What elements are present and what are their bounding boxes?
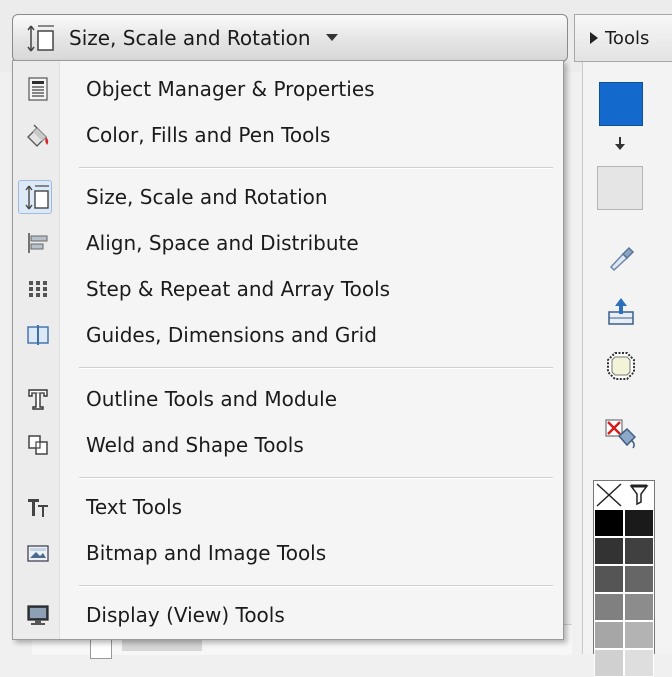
icon-frame	[18, 226, 52, 260]
menu-item-text-tools[interactable]: Text Tools	[16, 485, 560, 529]
eyedropper-icon[interactable]	[603, 238, 639, 274]
menu-separator	[79, 367, 553, 369]
palette-swatch[interactable]	[624, 509, 654, 537]
palette-swatch[interactable]	[624, 649, 654, 677]
menu-item-label: Align, Space and Distribute	[86, 231, 359, 255]
tool-group-dropdown[interactable]: Size, Scale and Rotation	[12, 14, 568, 62]
menu-item-label: Display (View) Tools	[86, 603, 285, 627]
palette-header-row	[594, 481, 654, 509]
icon-frame	[18, 598, 52, 632]
palette-swatch[interactable]	[594, 565, 624, 593]
size-scale-icon	[25, 185, 49, 210]
remove-fill-icon[interactable]	[603, 416, 639, 452]
weld-shapes-icon	[28, 435, 48, 455]
dropdown-label: Size, Scale and Rotation	[69, 26, 311, 50]
swap-arrow-icon[interactable]	[613, 136, 627, 152]
menu-item-label: Color, Fills and Pen Tools	[86, 123, 331, 147]
menu-item-label: Guides, Dimensions and Grid	[86, 323, 377, 347]
align-icon	[28, 233, 48, 253]
icon-frame	[18, 536, 52, 570]
menu-item-size-scale[interactable]: Size, Scale and Rotation	[16, 175, 560, 219]
icon-frame	[18, 382, 52, 416]
icon-frame	[18, 118, 52, 152]
menu-item-label: Text Tools	[86, 495, 183, 519]
no-color-icon	[596, 483, 622, 507]
palette-row	[594, 621, 654, 649]
tools-tab[interactable]: Tools	[574, 14, 672, 62]
paint-bucket-icon	[27, 124, 49, 147]
menu-item-display-tools[interactable]: Display (View) Tools	[16, 593, 560, 637]
menu-item-label: Size, Scale and Rotation	[86, 185, 328, 209]
fill-color-swatch[interactable]	[599, 82, 643, 126]
menu-item-label: Weld and Shape Tools	[86, 433, 304, 457]
stroke-color-swatch[interactable]	[597, 166, 643, 210]
palette-flyout-icon	[629, 484, 649, 506]
display-monitor-icon	[27, 605, 49, 625]
palette-row	[594, 509, 654, 537]
menu-item-label: Step & Repeat and Array Tools	[86, 277, 391, 301]
menu-item-label: Outline Tools and Module	[86, 387, 338, 411]
palette-swatch[interactable]	[594, 509, 624, 537]
menu-item-color-fills[interactable]: Color, Fills and Pen Tools	[16, 113, 560, 157]
palette-swatch[interactable]	[594, 593, 624, 621]
chevron-down-icon	[325, 34, 338, 41]
palette-row	[594, 537, 654, 565]
menu-item-align[interactable]: Align, Space and Distribute	[16, 221, 560, 265]
menu-item-outline-tools[interactable]: Outline Tools and Module	[16, 377, 560, 421]
no-color-swatch[interactable]	[594, 481, 624, 509]
menu-item-label: Object Manager & Properties	[86, 77, 375, 101]
text-tool-icon	[28, 499, 48, 517]
icon-frame	[18, 180, 52, 214]
menu-item-step-repeat[interactable]: Step & Repeat and Array Tools	[16, 267, 560, 311]
size-scale-icon	[27, 25, 54, 52]
menu-item-weld-shape[interactable]: Weld and Shape Tools	[16, 423, 560, 467]
icon-frame	[18, 318, 52, 352]
color-palette	[593, 480, 655, 677]
object-manager-icon	[28, 77, 48, 101]
apply-icon[interactable]	[603, 294, 639, 330]
menu-item-label: Bitmap and Image Tools	[86, 541, 327, 565]
checkbox[interactable]	[90, 639, 112, 659]
menu-item-bitmap[interactable]: Bitmap and Image Tools	[16, 531, 560, 575]
icon-frame	[18, 72, 52, 106]
palette-menu-button[interactable]	[624, 481, 654, 509]
icon-frame	[18, 272, 52, 306]
outline-text-icon	[28, 389, 48, 410]
menu-item-object-manager[interactable]: Object Manager & Properties	[16, 67, 560, 111]
icon-frame	[18, 428, 52, 462]
menu-separator	[79, 585, 553, 587]
tool-group-menu: Object Manager & Properties Color, Fills…	[12, 60, 564, 640]
array-grid-icon	[29, 281, 47, 297]
shape-node-icon[interactable]	[603, 348, 639, 384]
tools-tab-label: Tools	[605, 27, 650, 49]
palette-swatch[interactable]	[624, 565, 654, 593]
palette-row	[594, 565, 654, 593]
palette-swatch[interactable]	[594, 621, 624, 649]
menu-separator	[79, 167, 553, 169]
palette-swatch[interactable]	[594, 649, 624, 677]
palette-swatch[interactable]	[624, 537, 654, 565]
palette-swatch[interactable]	[624, 593, 654, 621]
palette-row	[594, 649, 654, 677]
menu-separator	[79, 477, 553, 479]
menu-item-guides[interactable]: Guides, Dimensions and Grid	[16, 313, 560, 357]
palette-row	[594, 593, 654, 621]
bitmap-icon	[27, 545, 49, 562]
icon-frame	[18, 490, 52, 524]
tools-toolbar	[582, 62, 672, 677]
palette-swatch[interactable]	[624, 621, 654, 649]
palette-swatch[interactable]	[594, 537, 624, 565]
play-arrow-icon	[590, 32, 598, 44]
guides-icon	[27, 325, 49, 345]
